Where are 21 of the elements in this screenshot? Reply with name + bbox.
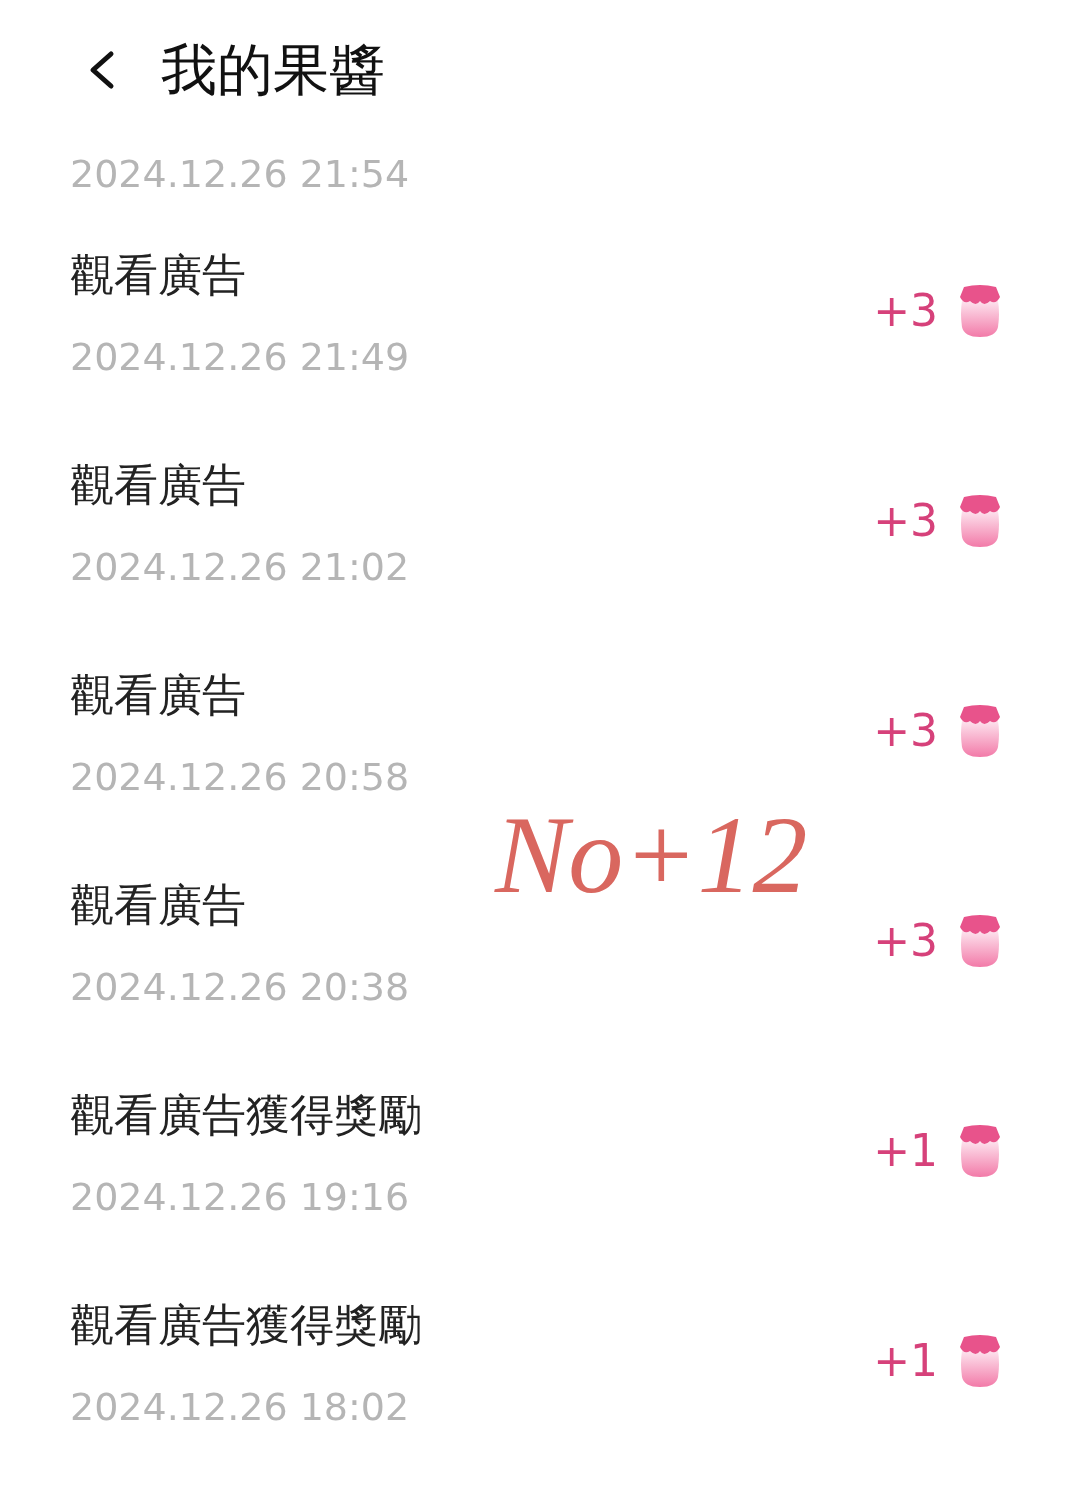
entry-date: 2024.12.26 20:58 <box>70 754 410 800</box>
jam-amount: +3 <box>873 704 938 758</box>
jam-amount: +1 <box>873 1124 938 1178</box>
entry-date: 2024.12.26 20:38 <box>70 964 410 1010</box>
entry-title: 觀看廣告獲得獎勵 <box>70 1090 422 1140</box>
entry-date: 2024.12.26 21:02 <box>70 544 410 590</box>
page-title: 我的果醬 <box>161 42 385 98</box>
entry-title: 觀看廣告 <box>70 670 247 720</box>
jam-amount: +3 <box>873 914 938 968</box>
entry-date: 2024.12.26 21:49 <box>70 334 410 380</box>
handwritten-note: No+12 <box>495 800 808 910</box>
entry-date: 2024.12.26 19:16 <box>70 1174 411 1220</box>
jam-amount: +3 <box>873 494 938 548</box>
entry-title: 觀看廣告 <box>70 880 247 930</box>
entry-title: 觀看廣告 <box>70 250 247 300</box>
jam-amount: +3 <box>873 284 938 338</box>
jam-amount: +1 <box>873 1334 938 1388</box>
entry-date: 2024.12.26 21:54 <box>70 151 410 198</box>
entry-title: 觀看廣告獲得獎勵 <box>70 1300 422 1350</box>
entry-date: 2024.12.26 18:02 <box>70 1384 411 1430</box>
entry-title: 觀看廣告 <box>70 460 247 510</box>
